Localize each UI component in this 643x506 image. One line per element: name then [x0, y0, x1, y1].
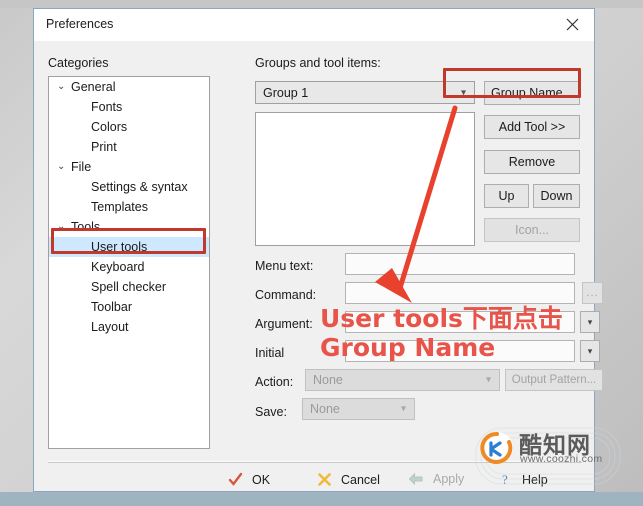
remove-button-label: Remove — [508, 155, 556, 169]
command-label: Command: — [255, 288, 317, 302]
icon-button-label: Icon... — [514, 223, 550, 237]
sidebar-item-layout[interactable]: Layout — [49, 317, 209, 337]
initial-chevron-down-icon[interactable]: ▾ — [580, 340, 600, 362]
save-combobox-value: None — [310, 402, 340, 416]
sidebar-item-fonts[interactable]: Fonts — [49, 97, 209, 117]
ok-button[interactable]: OK — [228, 472, 270, 487]
tree-item-label: Colors — [91, 120, 128, 134]
add-tool-button-label: Add Tool >> — [498, 120, 566, 134]
categories-tree[interactable]: ⌄ General Fonts Colors Print ⌄ File Settings & … — [48, 76, 210, 449]
save-label: Save: — [255, 405, 287, 419]
menu-text-input[interactable] — [345, 253, 575, 275]
down-button-label: Down — [540, 189, 573, 203]
coozhi-logo-icon — [480, 431, 513, 464]
sidebar-item-general[interactable]: ⌄ General — [49, 77, 209, 97]
argument-chevron-down-icon[interactable]: ▾ — [580, 311, 600, 333]
chevron-down-icon[interactable]: ⌄ — [57, 77, 69, 97]
tree-item-label: Spell checker — [91, 280, 167, 294]
cancel-button-label: Cancel — [341, 472, 380, 487]
up-button[interactable]: Up — [484, 184, 529, 208]
backdrop-bottom-strip — [0, 492, 643, 506]
screenshot-root: Preferences Categories Groups and tool i… — [0, 0, 643, 506]
save-combobox[interactable]: None ▾ — [302, 398, 415, 420]
annotation-text-line2: Group Name — [320, 333, 496, 362]
tree-item-label: Toolbar — [91, 300, 132, 314]
sidebar-item-print[interactable]: Print — [49, 137, 209, 157]
close-icon[interactable] — [550, 9, 594, 40]
remove-button[interactable]: Remove — [484, 150, 580, 174]
tree-item-label: Keyboard — [91, 260, 145, 274]
arrow-left-icon — [408, 472, 423, 486]
ok-button-label: OK — [252, 472, 271, 487]
down-button[interactable]: Down — [533, 184, 580, 208]
command-browse-button-label: ... — [586, 287, 599, 299]
groups-and-tools-label: Groups and tool items: — [255, 56, 381, 70]
title-bar: Preferences — [34, 9, 594, 41]
apply-button-label: Apply — [433, 472, 465, 486]
apply-button[interactable]: Apply — [408, 472, 464, 486]
output-pattern-button-label: Output Pattern... — [511, 374, 597, 386]
annotation-box-group-name — [443, 68, 581, 98]
annotation-box-user-tools — [51, 228, 206, 254]
group-combobox-value: Group 1 — [263, 85, 309, 100]
action-combobox-value: None — [313, 373, 343, 387]
argument-label: Argument: — [255, 317, 313, 331]
sidebar-item-colors[interactable]: Colors — [49, 117, 209, 137]
tool-items-listbox[interactable] — [255, 112, 475, 246]
tree-item-label: Print — [91, 140, 117, 154]
tree-item-label: Layout — [91, 320, 129, 334]
add-tool-button[interactable]: Add Tool >> — [484, 115, 580, 139]
watermark: 酷知网 www.coozhi.com — [473, 424, 623, 488]
sidebar-item-settings-syntax[interactable]: Settings & syntax — [49, 177, 209, 197]
up-button-label: Up — [498, 189, 515, 203]
action-combobox[interactable]: None ▾ — [305, 369, 500, 391]
output-pattern-button[interactable]: Output Pattern... — [505, 369, 603, 391]
group-combobox[interactable]: Group 1 ▾ — [255, 81, 475, 104]
sidebar-item-keyboard[interactable]: Keyboard — [49, 257, 209, 277]
window-title: Preferences — [46, 17, 114, 31]
annotation-text-line1: User tools下面点击 — [320, 304, 563, 333]
tree-item-label: File — [71, 160, 92, 174]
initial-label: Initial — [255, 346, 285, 360]
command-browse-button[interactable]: ... — [582, 282, 603, 304]
tree-item-label: Fonts — [91, 100, 123, 114]
cross-icon — [318, 473, 331, 486]
tree-item-label: Templates — [91, 200, 148, 214]
action-label: Action: — [255, 375, 294, 389]
tree-item-label: General — [71, 80, 116, 94]
watermark-url: www.coozhi.com — [520, 453, 603, 465]
sidebar-item-toolbar[interactable]: Toolbar — [49, 297, 209, 317]
backdrop-top-strip — [0, 0, 643, 8]
chevron-down-icon[interactable]: ⌄ — [57, 157, 69, 177]
icon-button[interactable]: Icon... — [484, 218, 580, 242]
menu-text-label: Menu text: — [255, 259, 314, 273]
chevron-down-icon: ▾ — [485, 374, 491, 386]
sidebar-item-file[interactable]: ⌄ File — [49, 157, 209, 177]
chevron-down-icon: ▾ — [400, 403, 406, 415]
sidebar-item-spell-checker[interactable]: Spell checker — [49, 277, 209, 297]
cancel-button[interactable]: Cancel — [317, 472, 380, 487]
sidebar-item-templates[interactable]: Templates — [49, 197, 209, 217]
tree-item-label: Settings & syntax — [91, 180, 188, 194]
categories-label: Categories — [48, 56, 109, 70]
check-icon — [228, 472, 243, 486]
